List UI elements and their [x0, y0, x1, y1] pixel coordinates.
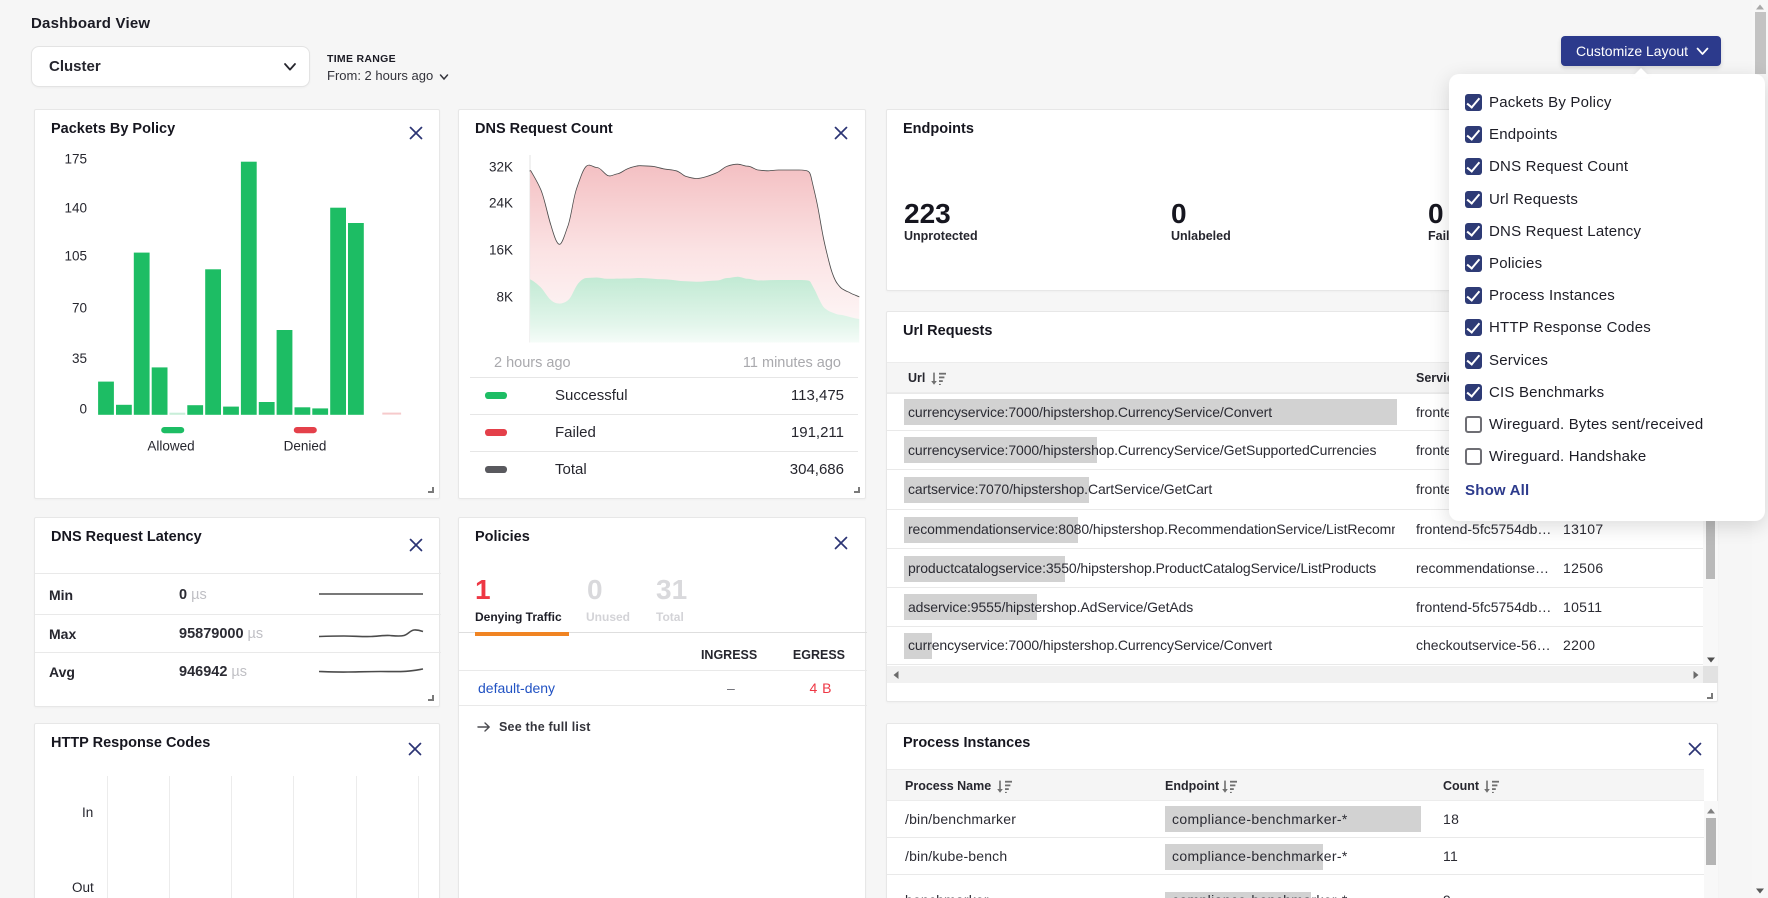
svg-text:Denied: Denied [284, 439, 327, 454]
svg-text:24K: 24K [489, 195, 513, 210]
svg-text:16K: 16K [489, 243, 513, 258]
svg-text:Allowed: Allowed [147, 439, 194, 454]
svg-text:140: 140 [64, 200, 87, 215]
svg-text:175: 175 [64, 151, 87, 166]
svg-text:0: 0 [79, 402, 87, 417]
svg-text:70: 70 [72, 301, 87, 316]
svg-text:105: 105 [64, 249, 87, 264]
svg-text:8K: 8K [496, 290, 513, 305]
svg-text:35: 35 [72, 351, 87, 366]
svg-text:32K: 32K [489, 160, 513, 175]
